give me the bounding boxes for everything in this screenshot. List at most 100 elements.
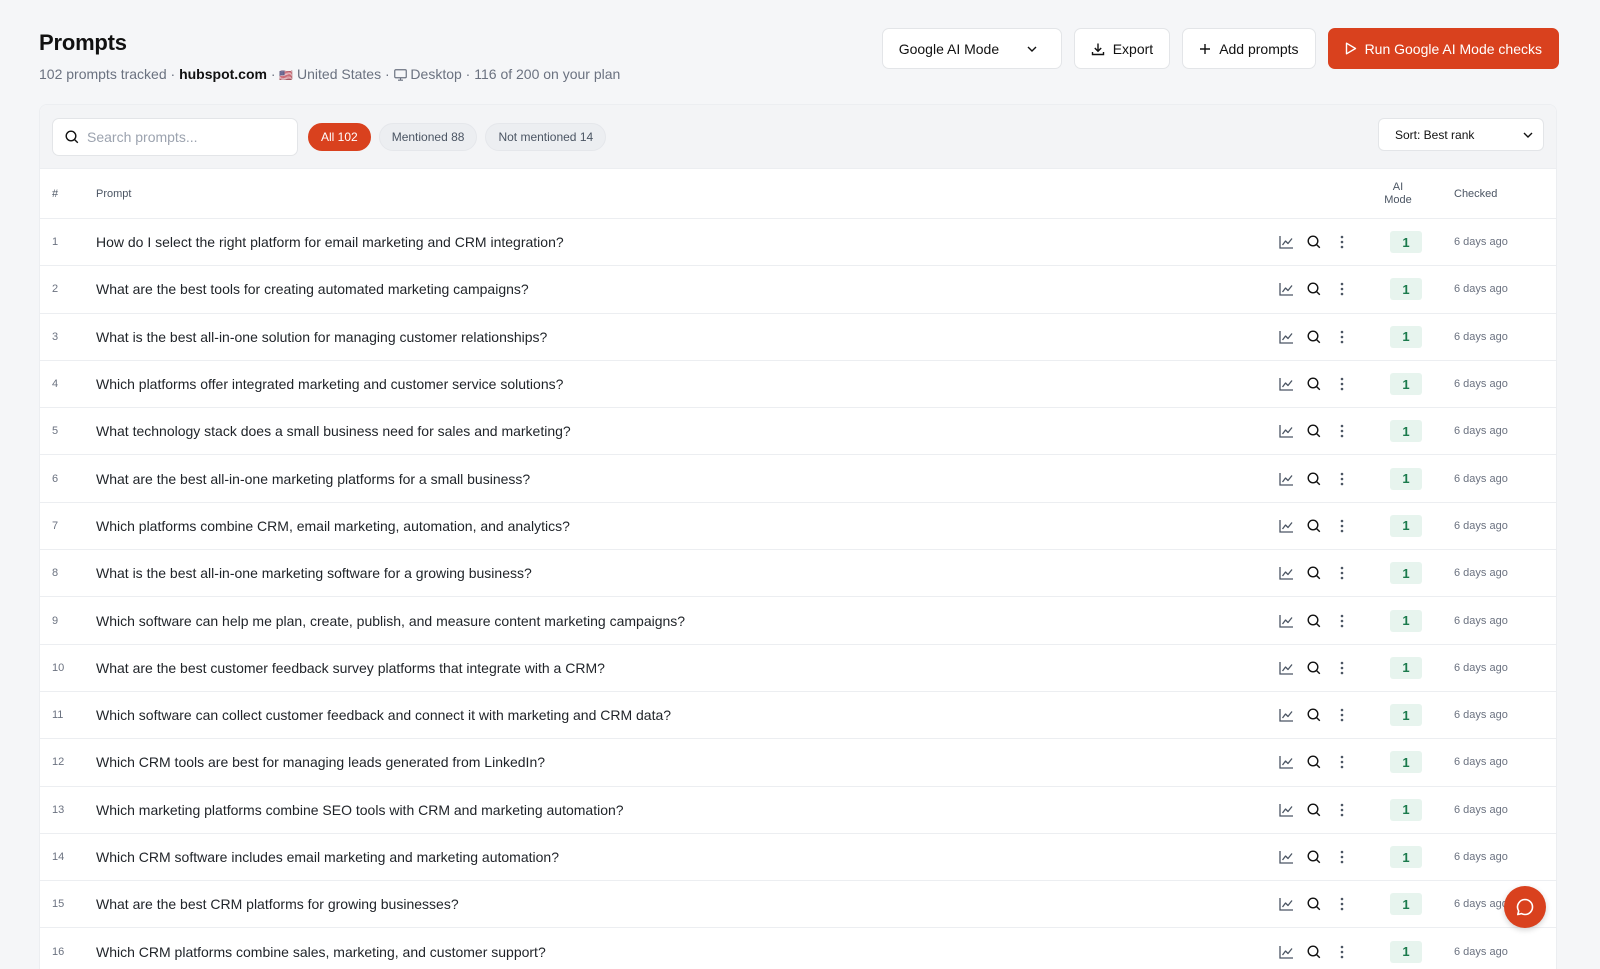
search-icon[interactable] xyxy=(1306,234,1322,250)
search-icon[interactable] xyxy=(1306,518,1322,534)
more-vertical-icon[interactable] xyxy=(1334,707,1350,723)
more-vertical-icon[interactable] xyxy=(1334,423,1350,439)
chart-icon[interactable] xyxy=(1278,613,1294,629)
add-prompts-button[interactable]: Add prompts xyxy=(1182,28,1316,69)
chart-icon[interactable] xyxy=(1278,281,1294,297)
row-prompt[interactable]: Which platforms offer integrated marketi… xyxy=(96,376,563,392)
search-icon[interactable] xyxy=(1306,707,1322,723)
search-icon[interactable] xyxy=(1306,849,1322,865)
more-vertical-icon[interactable] xyxy=(1334,518,1350,534)
chart-icon[interactable] xyxy=(1278,329,1294,345)
table-row[interactable]: 15 What are the best CRM platforms for g… xyxy=(40,881,1556,929)
search-icon[interactable] xyxy=(1306,754,1322,770)
more-vertical-icon[interactable] xyxy=(1334,281,1350,297)
more-vertical-icon[interactable] xyxy=(1334,329,1350,345)
search-icon[interactable] xyxy=(1306,281,1322,297)
table-row[interactable]: 14 Which CRM software includes email mar… xyxy=(40,834,1556,882)
chart-icon[interactable] xyxy=(1278,471,1294,487)
table-row[interactable]: 3 What is the best all-in-one solution f… xyxy=(40,314,1556,361)
row-checked: 6 days ago xyxy=(1454,898,1508,911)
table-row[interactable]: 13 Which marketing platforms combine SEO… xyxy=(40,787,1556,834)
row-prompt[interactable]: What is the best all-in-one solution for… xyxy=(96,329,547,345)
row-prompt[interactable]: Which software can help me plan, create,… xyxy=(96,613,685,629)
chart-icon[interactable] xyxy=(1278,802,1294,818)
search-icon[interactable] xyxy=(1306,613,1322,629)
table-row[interactable]: 9 Which software can help me plan, creat… xyxy=(40,597,1556,645)
export-button[interactable]: Export xyxy=(1073,28,1171,69)
table-row[interactable]: 10 What are the best customer feedback s… xyxy=(40,645,1556,692)
col-ai-mode[interactable]: AI Mode xyxy=(1370,181,1426,207)
filter-mentioned[interactable]: Mentioned 88 xyxy=(378,122,478,151)
search-icon[interactable] xyxy=(1306,376,1322,392)
search-icon[interactable] xyxy=(1306,802,1322,818)
row-prompt[interactable]: How do I select the right platform for e… xyxy=(96,234,564,250)
row-prompt[interactable]: Which CRM platforms combine sales, marke… xyxy=(96,944,546,960)
run-checks-button[interactable]: Run Google AI Mode checks xyxy=(1327,28,1559,69)
search-icon[interactable] xyxy=(1306,471,1322,487)
page-title: Prompts xyxy=(39,30,127,55)
row-actions xyxy=(1278,944,1350,960)
engine-select[interactable]: Google AI Mode xyxy=(881,28,1062,69)
more-vertical-icon[interactable] xyxy=(1334,896,1350,912)
row-prompt[interactable]: What are the best all-in-one marketing p… xyxy=(96,471,530,487)
table-row[interactable]: 2 What are the best tools for creating a… xyxy=(40,266,1556,314)
chart-icon[interactable] xyxy=(1278,754,1294,770)
flag-icon: 🇺🇸 xyxy=(279,70,294,82)
row-prompt[interactable]: Which CRM tools are best for managing le… xyxy=(96,754,545,770)
table-row[interactable]: 16 Which CRM platforms combine sales, ma… xyxy=(40,928,1556,969)
table-row[interactable]: 5 What technology stack does a small bus… xyxy=(40,408,1556,456)
search-icon[interactable] xyxy=(1306,944,1322,960)
more-vertical-icon[interactable] xyxy=(1334,565,1350,581)
chart-icon[interactable] xyxy=(1278,944,1294,960)
table-row[interactable]: 4 Which platforms offer integrated marke… xyxy=(40,361,1556,409)
row-prompt[interactable]: What are the best CRM platforms for grow… xyxy=(96,896,459,912)
more-vertical-icon[interactable] xyxy=(1334,849,1350,865)
col-prompt[interactable]: Prompt xyxy=(96,188,131,200)
row-prompt[interactable]: Which platforms combine CRM, email marke… xyxy=(96,518,570,534)
table-row[interactable]: 8 What is the best all-in-one marketing … xyxy=(40,550,1556,598)
chart-icon[interactable] xyxy=(1278,565,1294,581)
chart-icon[interactable] xyxy=(1278,707,1294,723)
more-vertical-icon[interactable] xyxy=(1334,944,1350,960)
row-prompt[interactable]: What are the best tools for creating aut… xyxy=(96,281,529,297)
more-vertical-icon[interactable] xyxy=(1334,376,1350,392)
sort-select[interactable]: Sort: Best rank xyxy=(1378,118,1544,151)
row-prompt[interactable]: What is the best all-in-one marketing so… xyxy=(96,565,532,581)
row-prompt[interactable]: Which software can collect customer feed… xyxy=(96,707,671,723)
row-prompt[interactable]: Which marketing platforms combine SEO to… xyxy=(96,802,624,818)
row-prompt[interactable]: Which CRM software includes email market… xyxy=(96,849,559,865)
table-row[interactable]: 1 How do I select the right platform for… xyxy=(40,219,1556,267)
chart-icon[interactable] xyxy=(1278,376,1294,392)
chat-button[interactable] xyxy=(1504,886,1546,928)
chart-icon[interactable] xyxy=(1278,423,1294,439)
more-vertical-icon[interactable] xyxy=(1334,754,1350,770)
search-box[interactable] xyxy=(52,117,298,156)
chart-icon[interactable] xyxy=(1278,660,1294,676)
chart-icon[interactable] xyxy=(1278,518,1294,534)
filter-not-mentioned[interactable]: Not mentioned 14 xyxy=(485,122,607,151)
chart-icon[interactable] xyxy=(1278,234,1294,250)
more-vertical-icon[interactable] xyxy=(1334,471,1350,487)
search-icon[interactable] xyxy=(1306,896,1322,912)
table-row[interactable]: 11 Which software can collect customer f… xyxy=(40,692,1556,740)
row-number: 11 xyxy=(52,709,64,722)
table-row[interactable]: 7 Which platforms combine CRM, email mar… xyxy=(40,503,1556,551)
country-label: United States xyxy=(297,66,382,82)
more-vertical-icon[interactable] xyxy=(1334,660,1350,676)
search-input[interactable] xyxy=(87,128,277,145)
search-icon[interactable] xyxy=(1306,565,1322,581)
search-icon[interactable] xyxy=(1306,423,1322,439)
table-row[interactable]: 12 Which CRM tools are best for managing… xyxy=(40,739,1556,787)
more-vertical-icon[interactable] xyxy=(1334,613,1350,629)
row-prompt[interactable]: What technology stack does a small busin… xyxy=(96,423,571,439)
table-row[interactable]: 6 What are the best all-in-one marketing… xyxy=(40,455,1556,503)
filter-all[interactable]: All 102 xyxy=(308,122,371,151)
more-vertical-icon[interactable] xyxy=(1334,234,1350,250)
row-prompt[interactable]: What are the best customer feedback surv… xyxy=(96,660,605,676)
col-checked[interactable]: Checked xyxy=(1454,188,1497,200)
chart-icon[interactable] xyxy=(1278,849,1294,865)
chart-icon[interactable] xyxy=(1278,896,1294,912)
more-vertical-icon[interactable] xyxy=(1334,802,1350,818)
search-icon[interactable] xyxy=(1306,329,1322,345)
search-icon[interactable] xyxy=(1306,660,1322,676)
